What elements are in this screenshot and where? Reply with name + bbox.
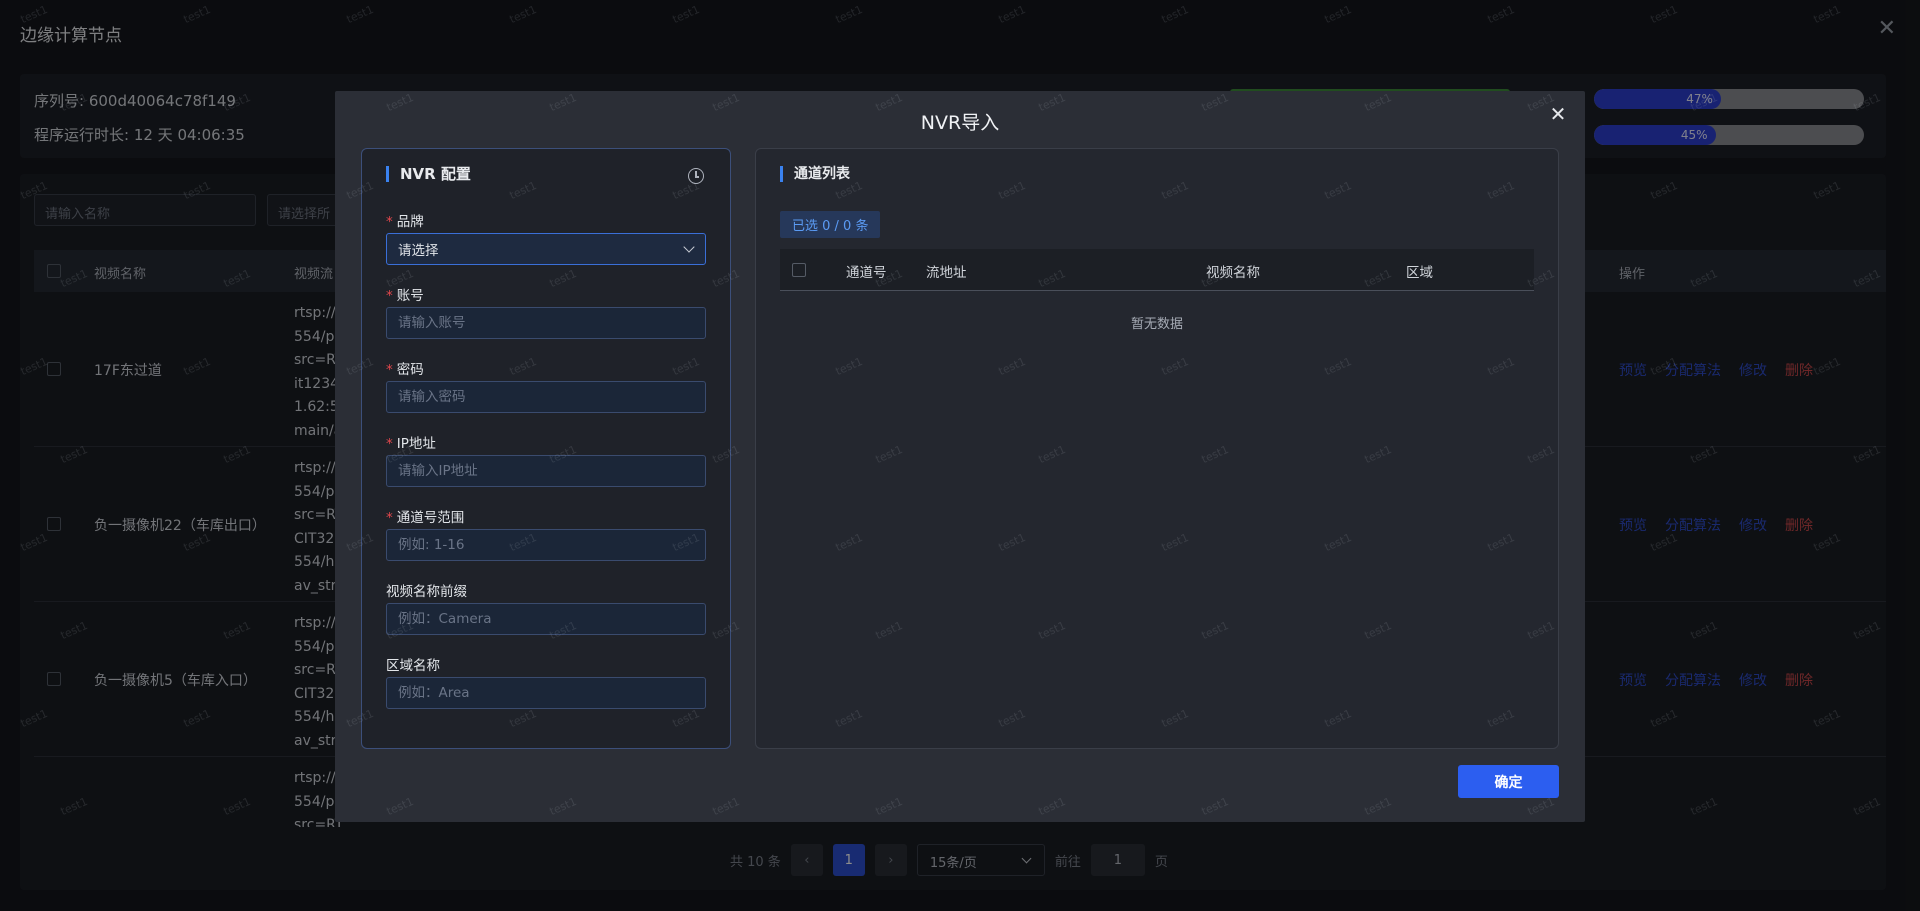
nvr-import-dialog: NVR导入 ✕ NVR 配置 *品牌 请选择 *账号 *密码 *IP地址 *通道…: [335, 91, 1585, 822]
config-heading: NVR 配置: [386, 166, 471, 182]
select-all-checkbox[interactable]: [792, 263, 806, 277]
channel-range-input[interactable]: [386, 529, 706, 561]
dialog-title: NVR导入: [920, 112, 1000, 134]
chevron-down-icon: [683, 241, 695, 253]
column-area: 区域: [1406, 265, 1433, 281]
account-input[interactable]: [386, 307, 706, 339]
channel-table-header: 通道号 流地址 视频名称 区域: [780, 249, 1534, 291]
column-stream-url: 流地址: [926, 265, 967, 281]
ip-input[interactable]: [386, 455, 706, 487]
area-name-input[interactable]: [386, 677, 706, 709]
channel-list-panel: 通道列表 已选 0 / 0 条 通道号 流地址 视频名称 区域 暂无数据: [755, 148, 1559, 749]
password-label: * 密码: [386, 362, 424, 378]
account-label: * 账号: [386, 288, 424, 304]
column-channel-no: 通道号: [846, 265, 887, 281]
column-video-name: 视频名称: [1206, 265, 1260, 281]
channel-range-label: * 通道号范围: [386, 510, 465, 526]
channel-table: 通道号 流地址 视频名称 区域 暂无数据: [780, 249, 1534, 332]
brand-label: * 品牌: [386, 214, 424, 230]
name-prefix-label: 视频名称前缀: [386, 584, 467, 600]
confirm-button[interactable]: 确定: [1458, 765, 1559, 798]
empty-state: 暂无数据: [1130, 317, 1183, 332]
selected-count-badge: 已选 0 / 0 条: [780, 211, 881, 238]
ip-label: * IP地址: [386, 436, 436, 452]
brand-select[interactable]: 请选择: [386, 233, 706, 265]
area-name-label: 区域名称: [386, 658, 440, 674]
name-prefix-input[interactable]: [386, 603, 706, 635]
password-input[interactable]: [386, 381, 706, 413]
channel-list-heading: 通道列表: [780, 166, 850, 182]
close-icon[interactable]: ✕: [1547, 103, 1569, 125]
nvr-config-panel: NVR 配置 *品牌 请选择 *账号 *密码 *IP地址 *通道号范围 视频名称…: [361, 148, 731, 749]
history-icon[interactable]: [688, 168, 704, 184]
